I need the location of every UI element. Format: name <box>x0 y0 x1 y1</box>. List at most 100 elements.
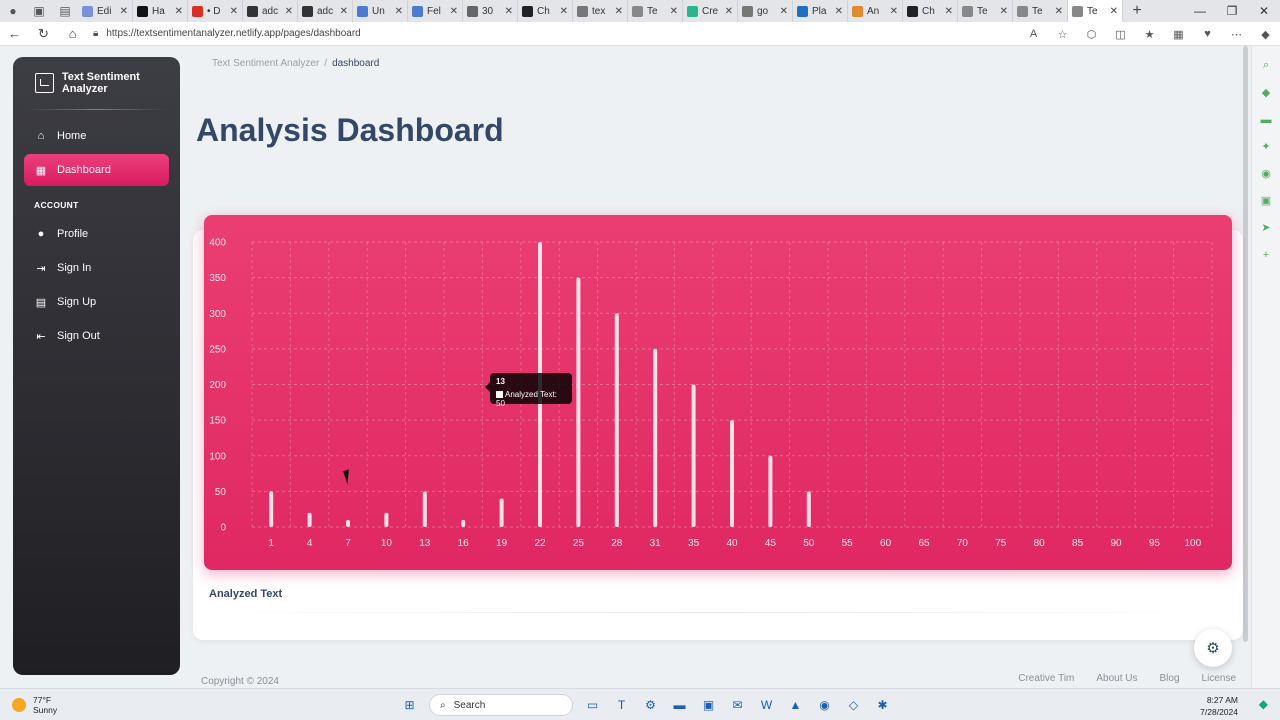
x-tick-label: 28 <box>611 538 623 549</box>
browser-tab[interactable]: go ✕ <box>738 0 793 22</box>
tab-close-icon[interactable]: ✕ <box>1055 6 1063 17</box>
sidebar-item-sign-out[interactable]: ⇤ Sign Out <box>24 320 169 352</box>
browser-tab[interactable]: Un ✕ <box>353 0 408 22</box>
tab-close-icon[interactable]: ✕ <box>615 6 623 17</box>
browser-essentials-icon[interactable]: ♥ <box>1193 28 1222 40</box>
add-panel-icon[interactable]: + <box>1263 241 1269 268</box>
tab-close-icon[interactable]: ✕ <box>505 6 513 17</box>
sidebar-item-profile[interactable]: ● Profile <box>24 218 169 250</box>
tab-close-icon[interactable]: ✕ <box>175 6 183 17</box>
tab-close-icon[interactable]: ✕ <box>285 6 293 17</box>
browser-tab[interactable]: Ch ✕ <box>903 0 958 22</box>
settings-icon[interactable]: ⚙ <box>636 693 665 717</box>
browser-tab[interactable]: Te ✕ <box>1013 0 1068 22</box>
sidebar-item-sign-in[interactable]: ⇥ Sign In <box>24 252 169 284</box>
browser-tab[interactable]: Ha ✕ <box>133 0 188 22</box>
weather-widget[interactable]: 77°F Sunny <box>0 695 57 715</box>
brand[interactable]: Text Sentiment Analyzer <box>13 57 180 109</box>
footer-link-creative-tim[interactable]: Creative Tim <box>1018 673 1074 684</box>
games-icon[interactable]: ✦ <box>1261 133 1270 160</box>
more-menu-icon[interactable]: ⋯ <box>1222 28 1251 41</box>
browser-tab[interactable]: 30 ✕ <box>463 0 518 22</box>
tag-icon[interactable]: ◆ <box>1262 79 1270 106</box>
sidebar-item-home[interactable]: ⌂ Home <box>24 120 169 152</box>
tab-close-icon[interactable]: ✕ <box>395 6 403 17</box>
taskbar-search[interactable]: ⌕ Search <box>429 694 573 716</box>
y-tick-label: 200 <box>209 380 226 391</box>
tab-close-icon[interactable]: ✕ <box>670 6 678 17</box>
browser-tab[interactable]: Edi ✕ <box>78 0 133 22</box>
edge-icon[interactable]: ◉ <box>810 693 839 717</box>
minimize-icon[interactable]: — <box>1184 0 1216 22</box>
new-tab-button[interactable]: + <box>1123 2 1151 20</box>
search-icon[interactable]: ⌕ <box>1263 52 1269 79</box>
workspaces-icon[interactable]: ▣ <box>26 0 52 22</box>
browser-tab[interactable]: Ch ✕ <box>518 0 573 22</box>
footer-link-about-us[interactable]: About Us <box>1096 673 1137 684</box>
browser-tab[interactable]: adc ✕ <box>298 0 353 22</box>
tab-close-icon[interactable]: ✕ <box>340 6 348 17</box>
outlook-icon[interactable]: ▣ <box>1261 187 1271 214</box>
tab-close-icon[interactable]: ✕ <box>1000 6 1008 17</box>
tab-close-icon[interactable]: ✕ <box>1110 6 1118 17</box>
extensions-icon[interactable]: ⬡ <box>1077 28 1106 41</box>
tab-close-icon[interactable]: ✕ <box>120 6 128 17</box>
browser-tab[interactable]: Te ✕ <box>628 0 683 22</box>
notification-icon[interactable]: ◆ <box>1259 697 1268 711</box>
favorite-star-icon[interactable]: ☆ <box>1048 28 1077 41</box>
tab-close-icon[interactable]: ✕ <box>230 6 238 17</box>
tab-close-icon[interactable]: ✕ <box>835 6 843 17</box>
tab-close-icon[interactable]: ✕ <box>450 6 458 17</box>
browser-tab[interactable]: Te ✕ <box>1068 0 1123 22</box>
footer-link-blog[interactable]: Blog <box>1160 673 1180 684</box>
footer-link-license[interactable]: License <box>1202 673 1236 684</box>
settings-gear-icon[interactable]: ⚙ <box>1194 629 1232 667</box>
file-explorer-icon[interactable]: ▬ <box>665 693 694 717</box>
home-browser-icon[interactable]: ⌂ <box>58 26 87 41</box>
office-icon[interactable]: ◉ <box>1261 160 1271 187</box>
favorites-icon[interactable]: ★ <box>1135 28 1164 41</box>
copilot-icon[interactable]: ◆ <box>1251 28 1280 41</box>
read-aloud-icon[interactable]: A <box>1019 28 1048 40</box>
sidebar-item-label: Sign Out <box>57 330 100 342</box>
send-icon[interactable]: ➤ <box>1261 214 1270 241</box>
word-icon[interactable]: W <box>752 693 781 717</box>
tab-close-icon[interactable]: ✕ <box>780 6 788 17</box>
sidebar-item-sign-up[interactable]: ▤ Sign Up <box>24 286 169 318</box>
tab-close-icon[interactable]: ✕ <box>725 6 733 17</box>
windows-start-icon[interactable]: ⊞ <box>395 693 424 717</box>
sidebar-item-dashboard[interactable]: ▦ Dashboard <box>24 154 169 186</box>
back-icon[interactable]: ← <box>0 26 29 41</box>
teams-icon[interactable]: T <box>607 693 636 717</box>
browser-tab[interactable]: Pla ✕ <box>793 0 848 22</box>
reload-icon[interactable]: ↻ <box>29 26 58 42</box>
vscode-icon[interactable]: ◇ <box>839 693 868 717</box>
browser-tab[interactable]: An ✕ <box>848 0 903 22</box>
mail-icon[interactable]: ✉ <box>723 693 752 717</box>
browser-tab[interactable]: Te ✕ <box>958 0 1013 22</box>
toolbox-icon[interactable]: ▬ <box>1261 106 1272 133</box>
breadcrumb-root[interactable]: Text Sentiment Analyzer <box>212 58 319 69</box>
split-screen-icon[interactable]: ◫ <box>1106 28 1135 41</box>
task-view-icon[interactable]: ▭ <box>578 693 607 717</box>
tab-close-icon[interactable]: ✕ <box>560 6 568 17</box>
tab-actions-icon[interactable]: ▤ <box>52 0 78 22</box>
profile-icon[interactable]: ● <box>0 0 26 22</box>
photos-icon[interactable]: ▲ <box>781 693 810 717</box>
browser-tab[interactable]: Cre ✕ <box>683 0 738 22</box>
collections-icon[interactable]: ▦ <box>1164 28 1193 41</box>
browser-tab[interactable]: Fel ✕ <box>408 0 463 22</box>
browser-tab[interactable]: adc ✕ <box>243 0 298 22</box>
browser-tab[interactable]: • D ✕ <box>188 0 243 22</box>
maximize-icon[interactable]: ❐ <box>1216 0 1248 22</box>
url-field[interactable]: 🔒︎ https://textsentimentanalyzer.netlify… <box>93 24 1023 44</box>
y-tick-label: 100 <box>209 451 226 462</box>
store-icon[interactable]: ▣ <box>694 693 723 717</box>
slack-icon[interactable]: ✱ <box>868 693 897 717</box>
system-clock[interactable]: 8:27 AM 7/28/2024 <box>1200 694 1238 718</box>
page-scrollbar[interactable] <box>1243 46 1248 642</box>
tab-close-icon[interactable]: ✕ <box>945 6 953 17</box>
browser-tab[interactable]: tex ✕ <box>573 0 628 22</box>
tab-close-icon[interactable]: ✕ <box>890 6 898 17</box>
close-window-icon[interactable]: ✕ <box>1248 0 1280 22</box>
